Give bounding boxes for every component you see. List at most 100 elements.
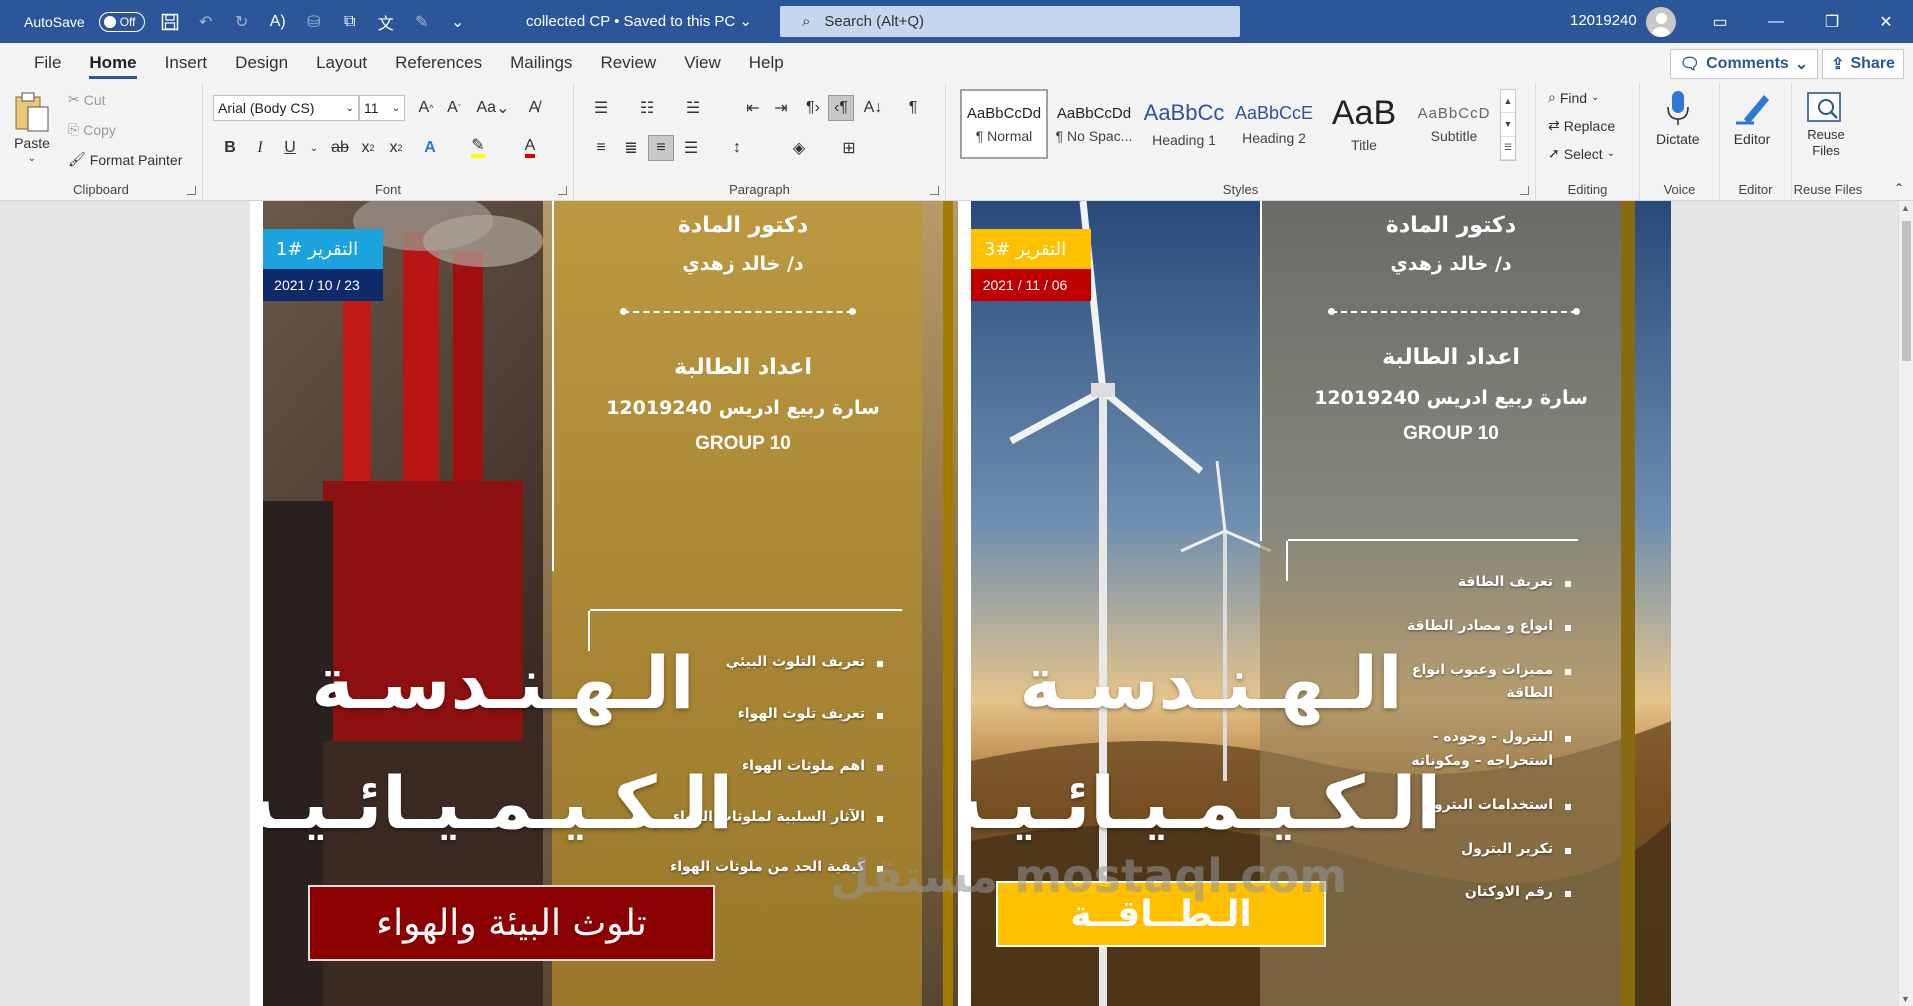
report-number: التقرير #1 [263, 229, 383, 269]
dialog-launcher-icon[interactable] [930, 186, 939, 195]
numbering-icon[interactable]: ☷ [634, 95, 660, 121]
align-left-icon[interactable]: ≡ [588, 135, 614, 161]
tab-layout[interactable]: Layout [302, 43, 381, 83]
strikethrough-icon[interactable]: ab [327, 135, 353, 161]
tab-home[interactable]: Home [75, 43, 150, 83]
tab-design[interactable]: Design [221, 43, 302, 83]
redo-icon[interactable]: ↻ [231, 11, 253, 33]
autosave-toggle[interactable]: Off [98, 11, 145, 32]
style-heading-2[interactable]: AaBbCcE Heading 2 [1230, 89, 1318, 159]
tab-insert[interactable]: Insert [151, 43, 222, 83]
prepared-heading: اعداد الطالبة [1382, 345, 1520, 370]
font-color-icon[interactable]: A [517, 135, 543, 161]
align-right-icon[interactable]: ≡ [648, 135, 674, 161]
collapse-ribbon-icon[interactable]: ⌃ [1894, 181, 1904, 195]
bold-icon[interactable]: B [217, 135, 243, 161]
chevron-down-icon: ⌄ [27, 153, 37, 164]
document-canvas[interactable]: التقرير #1 2021 / 10 / 23 دكتور المادة د… [0, 201, 1913, 1006]
grow-font-icon[interactable]: A ^ [413, 95, 439, 121]
report-number: التقرير #3 [971, 229, 1091, 269]
draw-icon[interactable]: ✎ [411, 11, 433, 33]
report-date: 2021 / 10 / 23 [263, 269, 383, 301]
change-case-button[interactable]: Aa ⌄ [473, 95, 513, 121]
chevron-down-icon[interactable]: ⌄ [301, 135, 327, 161]
style-no-spacing[interactable]: AaBbCcDd ¶ No Spac... [1050, 89, 1138, 159]
comments-button[interactable]: 🗨 Comments ⌄ [1670, 49, 1818, 79]
share-button[interactable]: ⇪ Share [1822, 49, 1904, 79]
read-aloud-icon[interactable]: A) [267, 11, 289, 33]
paste-button[interactable]: Paste ⌄ [14, 91, 50, 164]
more-icon[interactable]: ☰ [1501, 137, 1515, 160]
chevron-up-icon[interactable]: ▲ [1501, 90, 1515, 114]
find-button[interactable]: ⌕ Find ⌄ [1548, 89, 1599, 106]
tab-view[interactable]: View [670, 43, 735, 83]
show-marks-icon[interactable]: ¶ [900, 95, 926, 121]
undo-icon[interactable]: ↶ [195, 11, 217, 33]
underline-icon[interactable]: U [277, 135, 303, 161]
font-family-select[interactable]: Arial (Body CS) ⌄ [213, 95, 359, 121]
close-icon[interactable]: ✕ [1858, 0, 1913, 43]
ribbon-display-icon[interactable]: ▭ [1692, 0, 1748, 43]
dialog-launcher-icon[interactable] [558, 186, 567, 195]
styles-gallery-scroll[interactable]: ▲ ▼ ☰ [1500, 89, 1516, 161]
scroll-down-icon[interactable]: ▼ [1901, 994, 1910, 1004]
increase-indent-icon[interactable]: ⇥ [768, 95, 794, 121]
tab-help[interactable]: Help [735, 43, 798, 83]
fill-color-icon[interactable]: ⛁ [303, 11, 325, 33]
multilevel-list-icon[interactable]: ☱ [680, 95, 706, 121]
layout-icon[interactable]: ⧉ [339, 11, 361, 33]
italic-icon[interactable]: I [247, 135, 273, 161]
format-painter-button[interactable]: 🖌 Format Painter [68, 151, 182, 168]
cut-button[interactable]: ✂ Cut [68, 91, 106, 108]
ornament-divider [620, 308, 856, 315]
editor-button[interactable]: Editor [1732, 89, 1772, 147]
scroll-up-icon[interactable]: ▲ [1901, 203, 1910, 213]
customize-toolbar-icon[interactable]: ⌄ [447, 11, 469, 33]
save-icon[interactable] [159, 11, 181, 33]
tab-references[interactable]: References [381, 43, 496, 83]
superscript-icon[interactable]: x2 [383, 135, 409, 161]
sort-icon[interactable]: A↓ [860, 95, 886, 121]
clear-formatting-icon[interactable]: A̸ [521, 95, 547, 121]
vertical-scrollbar[interactable]: ▲ ▼ [1898, 201, 1913, 1006]
bullets-icon[interactable]: ☰ [588, 95, 614, 121]
replace-button[interactable]: ⇄ Replace [1548, 117, 1615, 134]
font-size-select[interactable]: 11 ⌄ [359, 95, 405, 121]
rtl-icon[interactable]: ‹¶ [828, 95, 854, 121]
select-button[interactable]: ➚ Select ⌄ [1548, 145, 1615, 162]
tab-mailings[interactable]: Mailings [496, 43, 586, 83]
chevron-down-icon[interactable]: ▼ [1501, 113, 1515, 137]
dialog-launcher-icon[interactable] [187, 186, 196, 195]
text-effects-icon[interactable]: A [417, 135, 443, 161]
restore-icon[interactable]: ❐ [1804, 0, 1860, 43]
list-item: تعريف الطاقة [1381, 571, 1575, 595]
line-spacing-icon[interactable]: ↕ [724, 135, 750, 161]
style-subtitle[interactable]: AaBbCcD Subtitle [1410, 89, 1498, 159]
decrease-indent-icon[interactable]: ⇤ [740, 95, 766, 121]
subscript-icon[interactable]: x2 [355, 135, 381, 161]
user-name[interactable]: 12019240 [1570, 12, 1637, 29]
scrollbar-thumb[interactable] [1902, 221, 1911, 361]
ltr-icon[interactable]: ¶› [800, 95, 826, 121]
reuse-files-button[interactable]: Reuse Files [1800, 89, 1852, 159]
search-box[interactable]: ⌕ Search (Alt+Q) [780, 6, 1240, 37]
avatar[interactable] [1646, 7, 1676, 37]
dialog-launcher-icon[interactable] [1520, 186, 1529, 195]
minimize-icon[interactable]: — [1748, 0, 1804, 43]
justify-icon[interactable]: ☰ [678, 135, 704, 161]
tab-review[interactable]: Review [586, 43, 670, 83]
highlight-icon[interactable]: ✎ [465, 135, 491, 161]
align-center-icon[interactable]: ≣ [618, 135, 644, 161]
copy-button[interactable]: ⎘ Copy [68, 121, 116, 138]
style-normal[interactable]: AaBbCcDd ¶ Normal [960, 89, 1048, 159]
style-title[interactable]: AaB Title [1320, 89, 1408, 159]
dictate-button[interactable]: Dictate [1656, 89, 1700, 147]
borders-icon[interactable]: ⊞ [836, 135, 862, 161]
shrink-font-icon[interactable]: Aˇ [441, 95, 467, 121]
translate-icon[interactable]: 文 [375, 11, 397, 33]
style-heading-1[interactable]: AaBbCc Heading 1 [1140, 89, 1228, 159]
document-title[interactable]: collected CP • Saved to this PC ⌄ [526, 12, 752, 30]
reuse-files-icon [1807, 92, 1841, 122]
shading-icon[interactable]: ◈ [786, 135, 812, 161]
tab-file[interactable]: File [20, 43, 75, 83]
